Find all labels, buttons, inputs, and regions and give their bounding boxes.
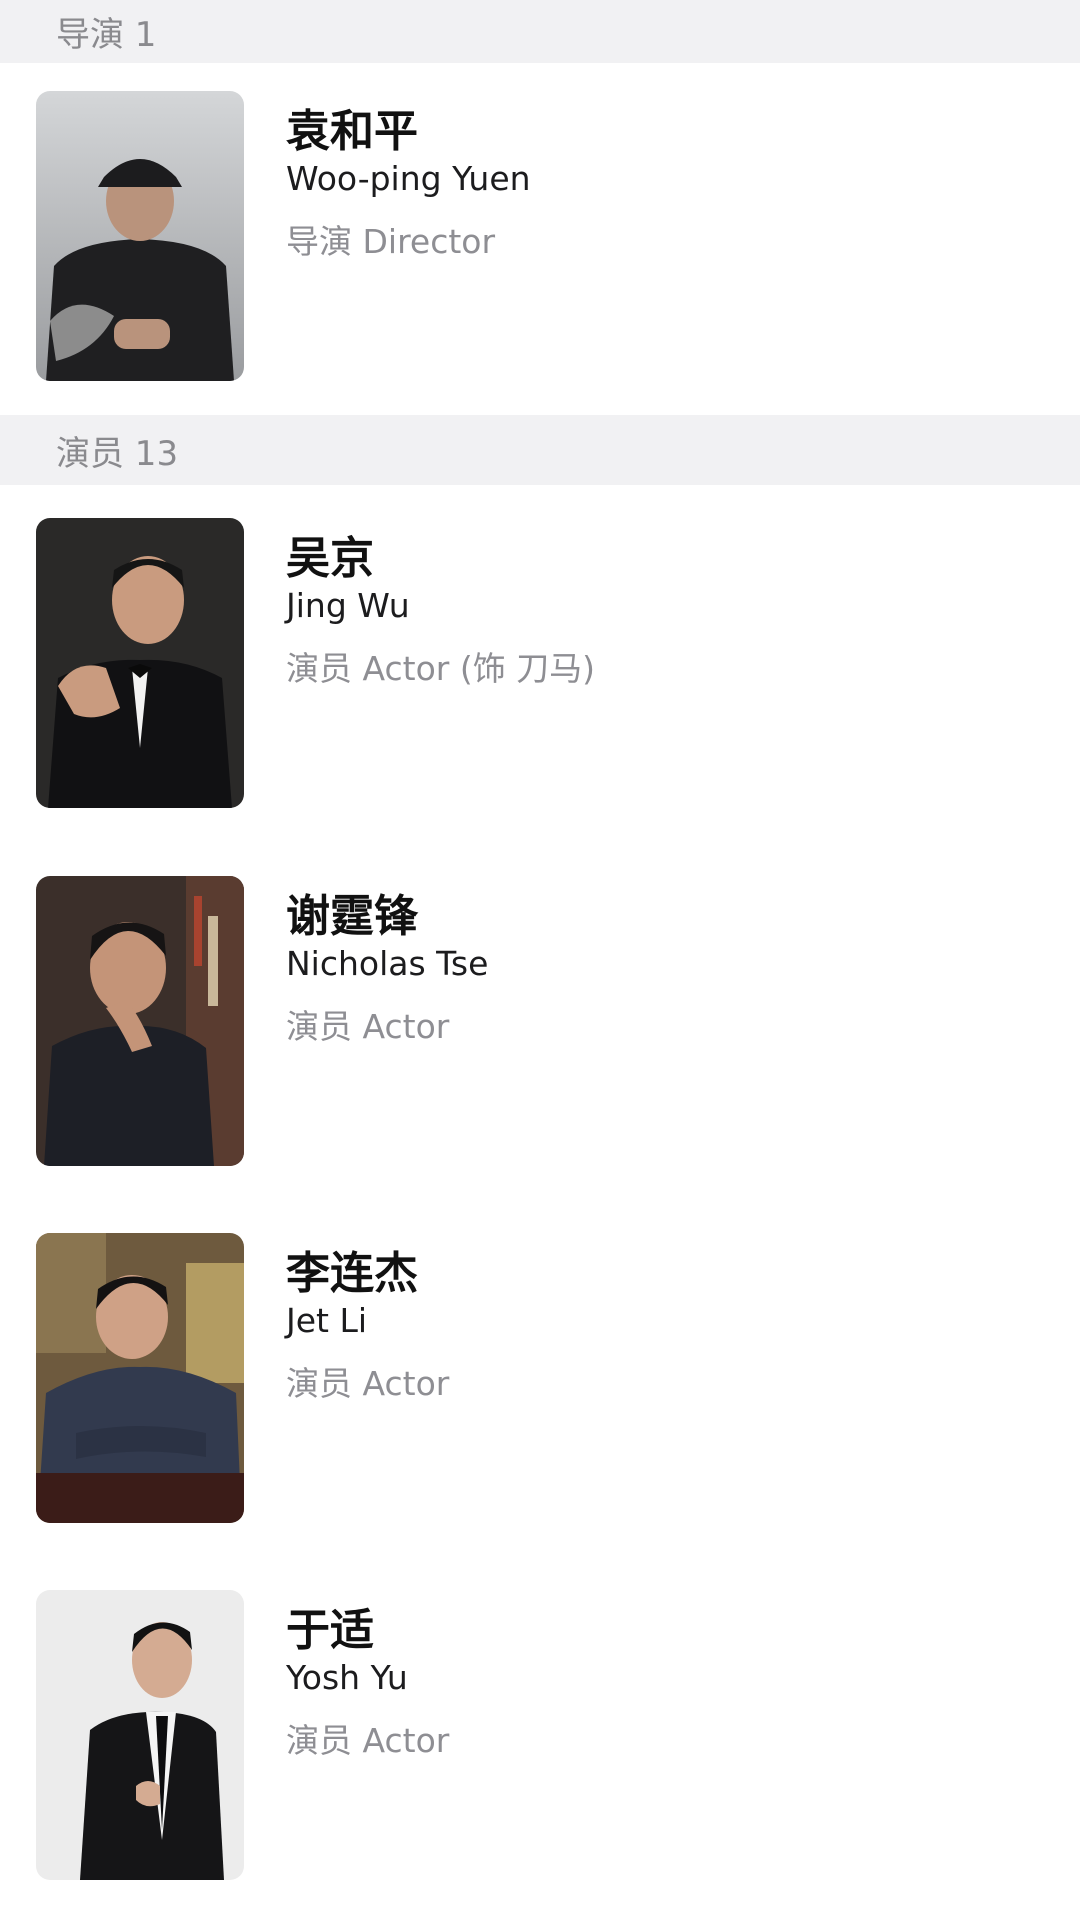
person-name-cn: 于适 <box>286 1605 374 1656</box>
person-role: 演员 Actor (饰 刀马) <box>286 649 596 688</box>
person-card-woo-ping-yuen[interactable]: 袁和平 Woo-ping Yuen 导演 Director <box>0 91 1080 381</box>
person-name-cn: 李连杰 <box>286 1248 418 1299</box>
person-name-en: Jing Wu <box>286 586 410 625</box>
person-name-cn: 吴京 <box>286 533 374 584</box>
person-role: 导演 Director <box>286 222 496 261</box>
person-card-yosh-yu[interactable]: 于适 Yosh Yu 演员 Actor <box>0 1590 1080 1880</box>
person-role: 演员 Actor <box>286 1721 450 1760</box>
person-name-en: Yosh Yu <box>286 1658 408 1697</box>
section-header-label: 导演 1 <box>56 15 157 55</box>
section-header-actors: 演员 13 <box>0 415 1080 485</box>
person-role: 演员 Actor <box>286 1364 450 1403</box>
avatar <box>36 518 244 808</box>
section-header-director: 导演 1 <box>0 0 1080 63</box>
avatar <box>36 91 244 381</box>
person-card-jing-wu[interactable]: 吴京 Jing Wu 演员 Actor (饰 刀马) <box>0 518 1080 808</box>
person-name-en: Woo-ping Yuen <box>286 159 531 198</box>
person-name-cn: 袁和平 <box>286 106 418 157</box>
avatar <box>36 1590 244 1880</box>
person-name-en: Jet Li <box>286 1301 368 1340</box>
section-header-label: 演员 13 <box>56 433 179 474</box>
person-role: 演员 Actor <box>286 1007 450 1046</box>
person-name-en: Nicholas Tse <box>286 944 489 983</box>
avatar <box>36 1233 244 1523</box>
avatar <box>36 876 244 1166</box>
person-name-cn: 谢霆锋 <box>286 891 418 942</box>
person-card-jet-li[interactable]: 李连杰 Jet Li 演员 Actor <box>0 1233 1080 1523</box>
person-card-nicholas-tse[interactable]: 谢霆锋 Nicholas Tse 演员 Actor <box>0 876 1080 1166</box>
